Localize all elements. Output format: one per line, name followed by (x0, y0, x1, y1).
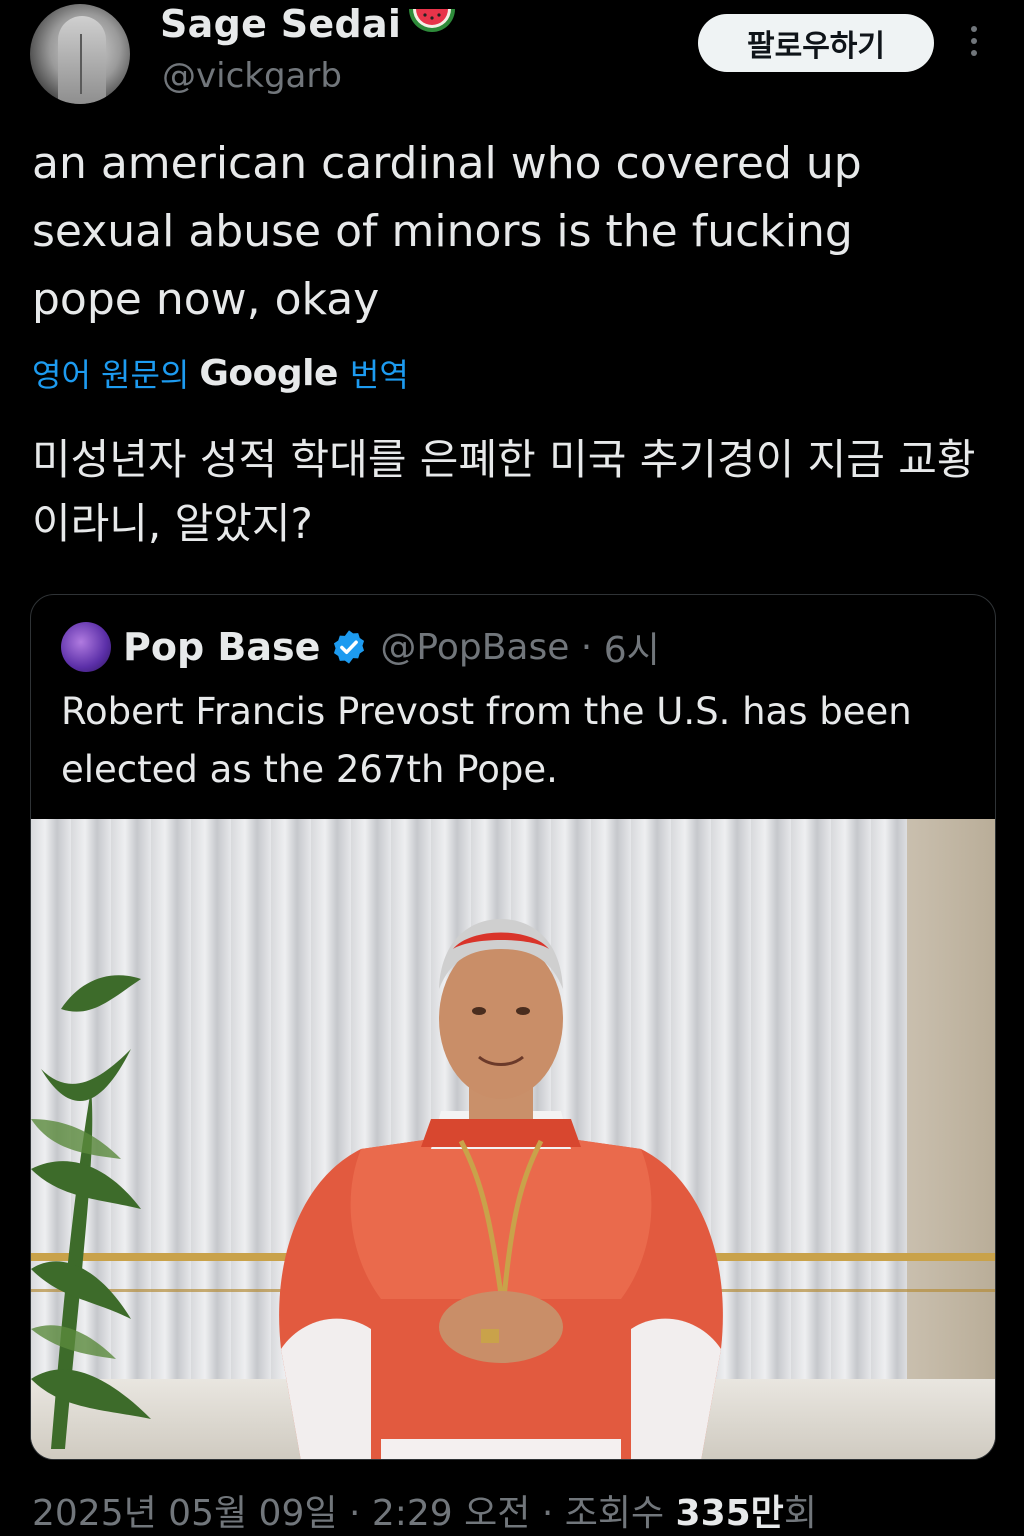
author-handle[interactable]: @vickgarb (162, 56, 342, 96)
tweet-date[interactable]: 2025년 05월 09일 (32, 1493, 337, 1534)
author-avatar[interactable] (30, 4, 130, 104)
quoted-tweet-header: Pop Base @PopBase · 6시 (61, 621, 660, 673)
quoted-author-handle[interactable]: @PopBase (380, 627, 569, 668)
quoted-author-avatar[interactable] (61, 622, 111, 672)
follow-button[interactable]: 팔로우하기 (698, 14, 934, 72)
views-label: 조회수 (564, 1493, 665, 1534)
quoted-author-name[interactable]: Pop Base (123, 625, 320, 669)
footer-separator: · (541, 1493, 565, 1534)
tweet-time[interactable]: 2:29 오전 (372, 1493, 531, 1534)
views-suffix: 회 (783, 1493, 817, 1534)
quoted-separator: · (569, 626, 604, 668)
quoted-time[interactable]: 6시 (604, 621, 660, 673)
translate-prefix: 영어 원문의 (32, 356, 190, 394)
tweet-footer: 2025년 05월 09일 · 2:29 오전 · 조회수 335만회 (32, 1484, 817, 1536)
author-name-text: Sage Sedai (160, 2, 402, 46)
verified-badge-icon (334, 630, 365, 664)
google-logo: Google (199, 352, 338, 394)
translate-suffix: 번역 (349, 356, 409, 394)
watermelon-icon (409, 9, 456, 32)
quoted-tweet-text: Robert Francis Prevost from the U.S. has… (61, 690, 912, 791)
author-name[interactable]: Sage Sedai (160, 2, 457, 46)
tweet-text: an american cardinal who covered up sexu… (32, 138, 862, 325)
tweet-header: Sage Sedai @vickgarb 팔로우하기 (0, 0, 1024, 110)
cardinal-figure (279, 919, 723, 1459)
translated-text: 미성년자 성적 학대를 은폐한 미국 추기경이 지금 교황이라니, 알았지? (32, 435, 976, 548)
cardinal-photo[interactable] (31, 819, 995, 1459)
translation-attribution[interactable]: 영어 원문의 Google 번역 (32, 350, 409, 396)
footer-separator: · (348, 1493, 372, 1534)
plant-image (31, 975, 151, 1449)
quoted-tweet[interactable]: Pop Base @PopBase · 6시 Robert Francis Pr… (30, 594, 996, 1460)
more-options-icon[interactable] (962, 26, 986, 62)
views-count[interactable]: 335만 (676, 1493, 784, 1534)
